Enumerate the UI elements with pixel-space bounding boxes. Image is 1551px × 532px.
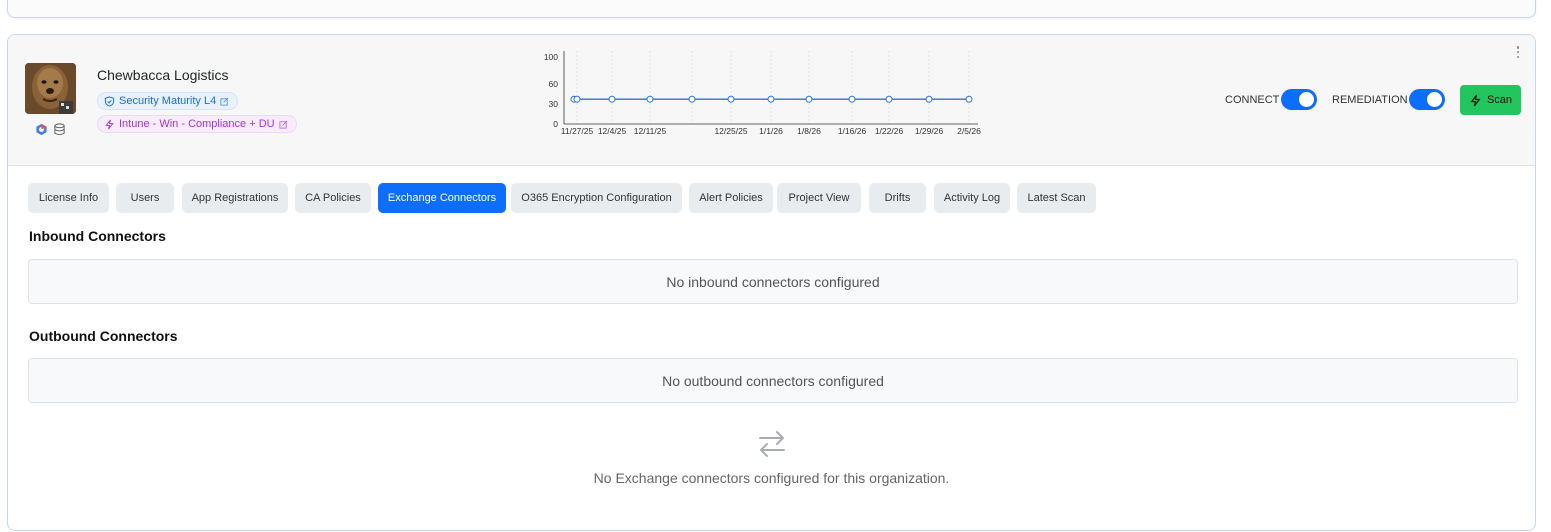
inbound-empty-text: No inbound connectors configured	[666, 273, 880, 290]
chart-point	[688, 95, 696, 103]
security-maturity-label: Security Maturity L4	[119, 95, 217, 107]
chart-x-tick-label: 1/16/26	[838, 126, 867, 136]
tab-drifts[interactable]: Drifts	[869, 183, 926, 213]
chart-x-tick-label: 12/25/25	[714, 126, 747, 136]
shield-check-icon	[104, 95, 115, 107]
chart-point	[608, 95, 616, 103]
chart-y-tick-label: 0	[553, 119, 558, 129]
tab-alert-policies[interactable]: Alert Policies	[689, 183, 773, 213]
lightning-icon	[1470, 94, 1481, 106]
chart-x-tick-label: 1/29/26	[915, 126, 944, 136]
tab-users[interactable]: Users	[116, 183, 174, 213]
chart-x-tick-label: 2/5/26	[957, 126, 981, 136]
inbound-empty-state: No inbound connectors configured	[28, 259, 1518, 304]
outbound-empty-state: No outbound connectors configured	[28, 358, 1518, 403]
scan-label: Scan	[1486, 94, 1513, 106]
tab-ca-policies[interactable]: CA Policies	[295, 183, 371, 213]
org-integration-icons	[34, 122, 66, 136]
chart-point	[805, 95, 813, 103]
org-card-header: Chewbacca Logistics Security Maturity L4…	[8, 35, 1535, 166]
outbound-connectors-title: Outbound Connectors	[29, 328, 178, 344]
chart-x-tick-label: 12/11/25	[634, 126, 667, 136]
tab-exchange-connectors[interactable]: Exchange Connectors	[378, 183, 506, 213]
connect-label: CONNECT	[1225, 94, 1280, 106]
tab-latest-scan[interactable]: Latest Scan	[1017, 183, 1096, 213]
chewbacca-avatar	[25, 63, 76, 114]
org-card: Chewbacca Logistics Security Maturity L4…	[7, 34, 1536, 531]
chart-x-tick-label: 1/8/26	[797, 126, 821, 136]
toggle-knob	[1299, 92, 1314, 107]
previous-org-card	[7, 0, 1536, 18]
chart-x-tick-label: 12/4/25	[598, 126, 627, 136]
chart-point	[573, 95, 581, 103]
chart-y-tick-label: 60	[549, 79, 559, 89]
chart-point	[885, 95, 893, 103]
chart-point	[925, 95, 933, 103]
policy-badge[interactable]: Intune - Win - Compliance + DU	[97, 115, 297, 133]
scan-button[interactable]: Scan	[1460, 85, 1521, 115]
tab-app-registrations[interactable]: App Registrations	[182, 183, 288, 213]
remediation-toggle[interactable]	[1409, 89, 1445, 110]
shield-hex-icon	[34, 122, 48, 136]
chart-point	[965, 95, 973, 103]
tab-o365-encryption-configuration[interactable]: O365 Encryption Configuration	[511, 183, 682, 213]
chart-point	[646, 95, 654, 103]
tab-license-info[interactable]: License Info	[28, 183, 109, 213]
chart-y-tick-label: 100	[544, 52, 558, 62]
org-name[interactable]: Chewbacca Logistics	[97, 67, 229, 83]
exchange-arrows-icon	[759, 431, 785, 457]
chart-x-tick-label: 1/1/26	[759, 126, 783, 136]
connect-toggle[interactable]	[1281, 89, 1317, 110]
no-connectors-message: No Exchange connectors configured for th…	[593, 470, 950, 486]
security-maturity-badge[interactable]: Security Maturity L4	[97, 92, 239, 110]
edit-icon[interactable]	[279, 120, 288, 129]
toggle-knob	[1427, 92, 1442, 107]
chart-point	[727, 95, 735, 103]
database-icon	[52, 122, 66, 136]
inbound-connectors-title: Inbound Connectors	[29, 228, 166, 244]
chart-point	[767, 95, 775, 103]
chart-x-tick-label: 1/22/26	[875, 126, 904, 136]
outbound-empty-text: No outbound connectors configured	[662, 372, 884, 389]
policy-label: Intune - Win - Compliance + DU	[119, 118, 275, 130]
more-options-icon[interactable]	[1513, 44, 1523, 60]
tab-project-view[interactable]: Project View	[777, 183, 861, 213]
chart-y-tick-label: 30	[549, 99, 559, 109]
remediation-label: REMEDIATION	[1332, 94, 1408, 106]
chart-point	[848, 95, 856, 103]
tab-activity-log[interactable]: Activity Log	[934, 183, 1010, 213]
chart-x-tick-label: 11/27/25	[561, 126, 594, 136]
lightning-icon	[105, 119, 114, 129]
score-trend-chart: 0 30 60 100 11/27/25 12/4/25 12/11/25 12/25/25 1…	[544, 51, 981, 136]
edit-icon[interactable]	[220, 97, 229, 106]
